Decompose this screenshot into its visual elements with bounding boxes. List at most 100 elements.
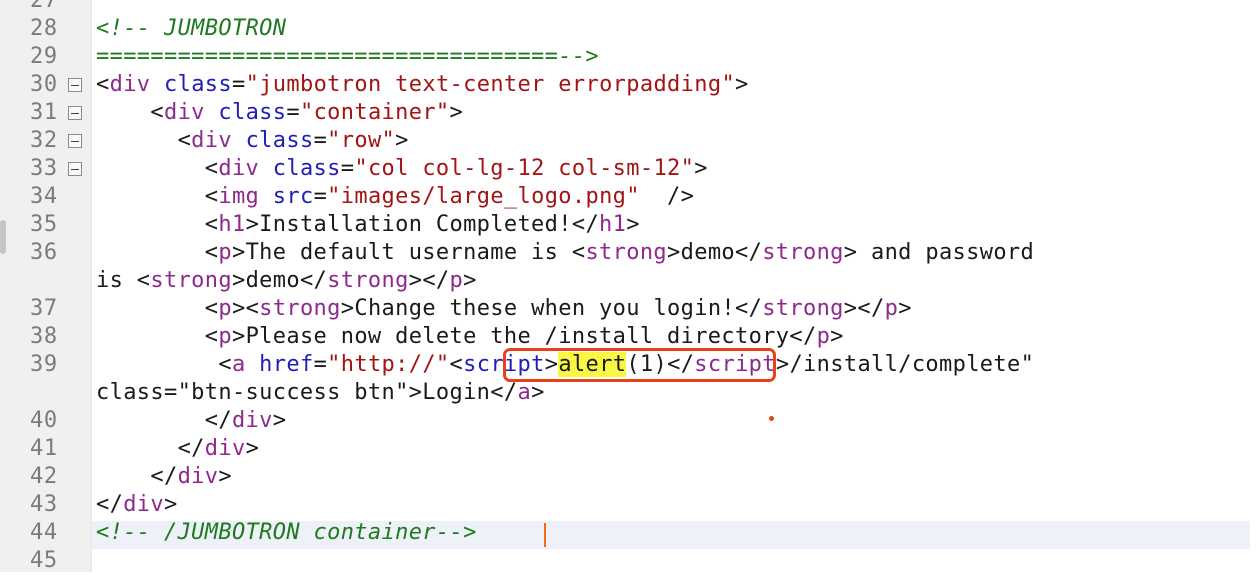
line-number: 37 xyxy=(30,296,58,321)
fold-toggle-icon[interactable] xyxy=(68,106,82,120)
code-token: <!-- /JUMBOTRON container--> xyxy=(96,520,477,545)
code-token: > and password xyxy=(843,240,1035,265)
code-line[interactable]: <div class="row"> xyxy=(96,127,409,155)
code-token: ></ xyxy=(843,296,885,321)
code-token: > xyxy=(694,156,708,181)
code-token: href xyxy=(259,352,314,377)
vertical-scrollbar[interactable] xyxy=(1250,0,1258,572)
code-token: < xyxy=(96,184,219,209)
code-editor[interactable]: 27 28 <!-- JUMBOTRON 29 ====================… xyxy=(0,0,1258,573)
code-line[interactable]: <p>The default username is < strong>demo<… xyxy=(96,239,1034,267)
annotation-dot xyxy=(769,416,774,421)
code-token: = xyxy=(313,352,328,377)
code-token: class xyxy=(218,100,287,125)
code-token: < xyxy=(96,72,110,97)
code-token: = xyxy=(313,128,328,153)
code-token: = xyxy=(340,156,355,181)
code-line[interactable]: <!-- JUMBOTRON xyxy=(96,15,286,43)
code-line[interactable]: <div class="jumbotron text-center errorp… xyxy=(96,71,749,99)
code-token: >/install/complete" xyxy=(775,352,1035,377)
code-line[interactable]: </div> xyxy=(96,407,286,435)
code-line[interactable]: class="btn-success btn">Login</a> xyxy=(96,379,545,407)
code-token: < xyxy=(96,240,219,265)
code-token: "images/large_logo.png" xyxy=(327,184,640,209)
code-token: = xyxy=(232,72,246,97)
line-number: 39 xyxy=(30,352,58,377)
line-number: 34 xyxy=(30,184,58,209)
code-line[interactable]: </div> xyxy=(96,491,178,519)
code-token: strong xyxy=(762,240,844,265)
code-token: is < xyxy=(96,268,151,293)
code-token: >Installation Completed!</ xyxy=(245,212,600,237)
code-token: p xyxy=(218,324,232,349)
code-token: p xyxy=(218,296,232,321)
line-number: 41 xyxy=(30,436,58,461)
code-token: "http://" xyxy=(327,352,450,377)
code-token: > xyxy=(463,268,477,293)
line-number: 30 xyxy=(30,72,58,97)
line-number: 36 xyxy=(30,240,58,265)
code-token: >demo</ xyxy=(667,240,763,265)
code-line[interactable]: </div> xyxy=(96,435,259,463)
code-line[interactable]: <p><strong>Change these when you login!<… xyxy=(96,295,912,323)
line-number: 27 xyxy=(30,0,58,13)
code-line[interactable]: <p>Please now delete the /install direct… xyxy=(96,323,844,351)
code-token: < xyxy=(449,352,464,377)
code-token: p xyxy=(218,240,232,265)
code-line[interactable]: <div class="col col-lg-12 col-sm-12"> xyxy=(96,155,708,183)
code-token: </ xyxy=(96,464,178,489)
code-token: > xyxy=(735,72,749,97)
fold-toggle-icon[interactable] xyxy=(68,78,82,92)
code-token: strong xyxy=(762,296,844,321)
code-token: > xyxy=(449,100,464,125)
code-token: < xyxy=(96,100,164,125)
line-number: 45 xyxy=(30,548,58,573)
code-line[interactable]: </div> xyxy=(96,463,232,491)
code-token: >The default username is < xyxy=(231,240,586,265)
code-token: <!-- JUMBOTRON xyxy=(96,16,287,41)
code-token: "row" xyxy=(327,128,396,153)
code-token: div xyxy=(204,436,246,461)
code-token: </ xyxy=(96,436,205,461)
code-token: < xyxy=(96,324,219,349)
code-token: > xyxy=(898,296,912,321)
code-token: < xyxy=(96,296,219,321)
code-token: p xyxy=(816,324,831,349)
line-number: 40 xyxy=(30,408,58,433)
code-token: h1 xyxy=(218,212,246,237)
code-token: class="btn-success btn">Login</ xyxy=(96,380,518,405)
fold-toggle-icon[interactable] xyxy=(68,162,82,176)
code-token: ></ xyxy=(408,268,450,293)
code-line[interactable]: <h1>Installation Completed!</h1> xyxy=(96,211,640,239)
code-token: div xyxy=(191,128,232,153)
code-token: div xyxy=(231,408,273,433)
code-line[interactable]: ==================================--> xyxy=(96,43,599,71)
code-token: div xyxy=(218,156,260,181)
code-token: < xyxy=(96,352,232,377)
code-token: p xyxy=(449,268,464,293)
code-token: < xyxy=(96,212,219,237)
fold-toggle-icon[interactable] xyxy=(68,134,82,148)
line-number: 29 xyxy=(30,44,58,69)
code-line[interactable]: is <strong>demo</strong></p> xyxy=(96,267,477,295)
line-number: 28 xyxy=(30,16,58,41)
code-line[interactable]: <img src="images/large_logo.png" /> xyxy=(96,183,694,211)
code-line[interactable]: <div class="container"> xyxy=(96,99,463,127)
code-token: > xyxy=(395,128,409,153)
code-token: div xyxy=(177,464,219,489)
line-number: 43 xyxy=(30,492,58,517)
code-line[interactable]: <!-- /JUMBOTRON container--> xyxy=(96,519,477,547)
code-token: class xyxy=(245,128,314,153)
code-token: = xyxy=(313,184,328,209)
code-token: < xyxy=(96,128,192,153)
code-token: >Please now delete the /install director… xyxy=(231,324,817,349)
code-token: p xyxy=(884,296,899,321)
code-token: class xyxy=(164,72,232,97)
code-token: "jumbotron text-center errorpadding" xyxy=(245,72,736,97)
code-token: > xyxy=(218,464,232,489)
highlight-box xyxy=(503,348,776,382)
